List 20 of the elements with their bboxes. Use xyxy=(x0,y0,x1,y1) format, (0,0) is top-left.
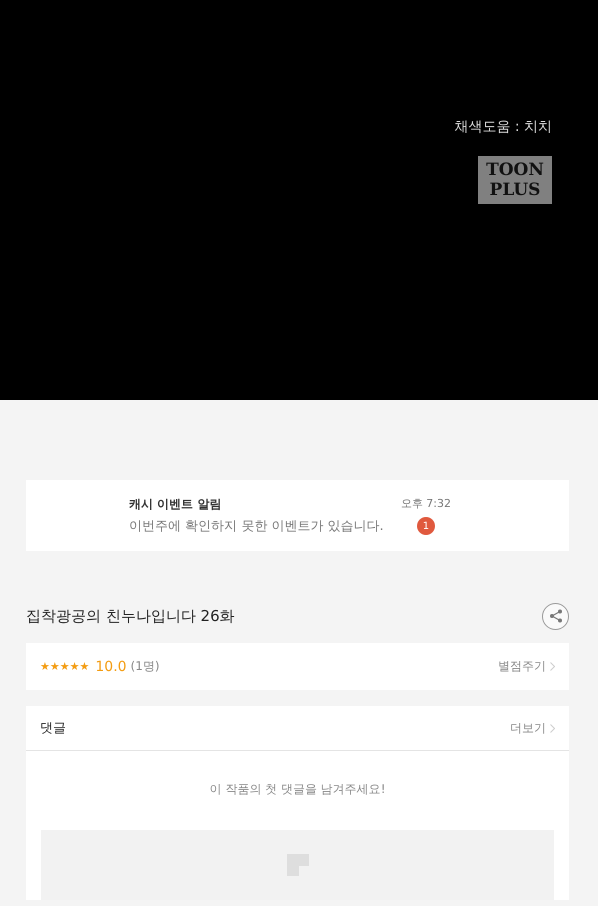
chevron-right-icon xyxy=(550,662,555,671)
empty-comments-message: 이 작품의 첫 댓글을 남겨주세요! xyxy=(209,781,386,798)
chevron-right-icon xyxy=(550,724,555,732)
share-icon xyxy=(548,609,562,623)
rate-link[interactable]: 별점주기 xyxy=(498,658,555,675)
rating-score: 10.0 xyxy=(95,658,127,674)
star-rating: ★★★★★ xyxy=(40,660,90,673)
notification-time: 오후 7:32 xyxy=(400,496,451,511)
notification-message: 이번주에 확인하지 못한 이벤트가 있습니다. xyxy=(129,518,385,535)
count-badge: 1 xyxy=(416,517,435,535)
episode-title: 집착광공의 친누나입니다 26화 xyxy=(26,606,235,626)
comments-title: 댓글 xyxy=(40,720,66,737)
comment-input-area[interactable] xyxy=(41,830,554,900)
toonplus-logo: TOON PLUS xyxy=(478,156,552,204)
more-link[interactable]: 더보기 xyxy=(510,720,555,736)
rating-count: (1명) xyxy=(130,658,160,675)
notification-title: 캐시 이벤트 알림 xyxy=(129,496,222,513)
credit-text: 채색도움 : 치치 xyxy=(454,118,552,136)
notification-card[interactable]: 캐시 이벤트 알림 이번주에 확인하지 못한 이벤트가 있습니다. 오후 7:32 1 xyxy=(26,480,569,551)
share-button[interactable] xyxy=(542,602,569,630)
